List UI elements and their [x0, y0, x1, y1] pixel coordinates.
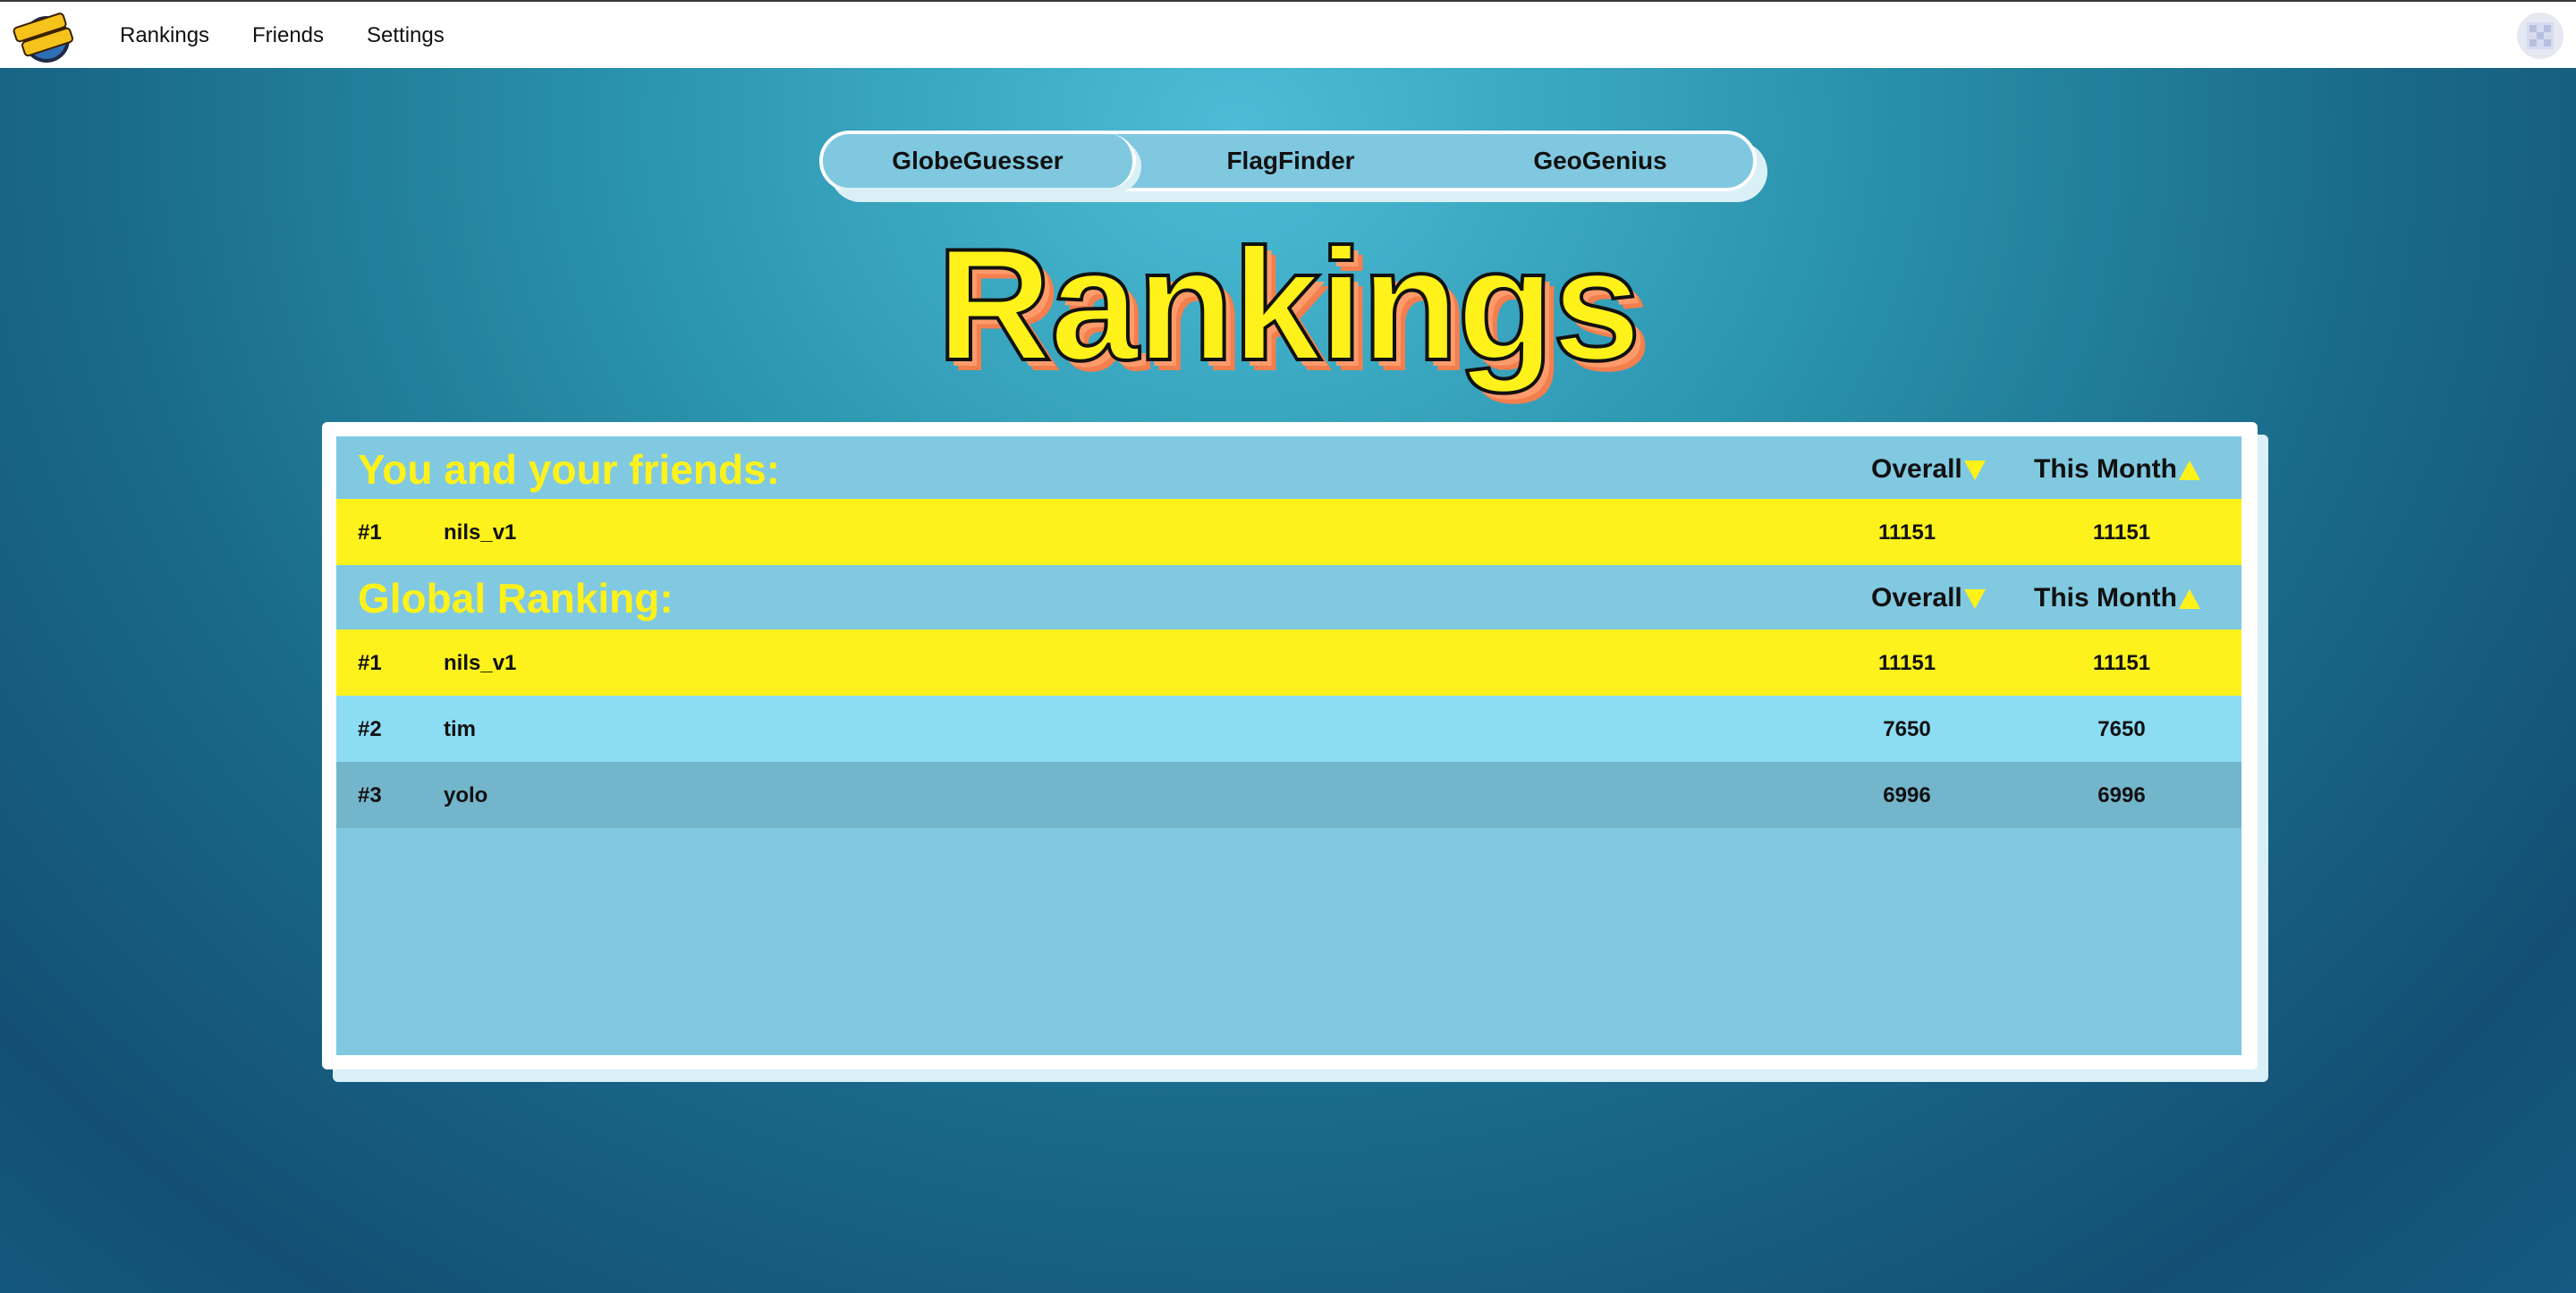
row-month: 11151 [2092, 520, 2151, 545]
tab-flagfinder[interactable]: FlagFinder [1136, 134, 1445, 188]
row-rank: #1 [358, 651, 382, 675]
nav-link-rankings[interactable]: Rankings [120, 23, 209, 48]
sort-desc-icon [1963, 461, 1986, 481]
rankings-panel: You and your friends: Overall This Month… [322, 422, 2258, 1069]
friends-section-title: You and your friends: [358, 446, 780, 493]
global-section-title: Global Ranking: [358, 575, 674, 621]
row-name: yolo [444, 783, 488, 807]
game-tabs: GlobeGuesser FlagFinder GeoGenius [819, 131, 1767, 202]
row-rank: #2 [358, 717, 382, 741]
top-navbar: Rankings Friends Settings [0, 0, 2576, 68]
nav-link-friends[interactable]: Friends [252, 23, 324, 48]
row-overall: 11151 [1877, 520, 1936, 545]
friends-section-header: You and your friends: Overall This Month [336, 436, 2241, 499]
nav-link-settings[interactable]: Settings [367, 23, 445, 48]
table-row[interactable]: #1 nils_v1 11151 11151 [336, 630, 2241, 696]
table-row[interactable]: #2 tim 7650 7650 [336, 696, 2241, 762]
row-name: nils_v1 [444, 520, 517, 545]
row-rank: #1 [358, 520, 382, 545]
sort-month-button[interactable]: This Month [2034, 583, 2200, 613]
row-name: nils_v1 [444, 651, 517, 675]
sort-overall-button[interactable]: Overall [1871, 454, 1986, 485]
row-overall: 11151 [1877, 651, 1936, 675]
sort-asc-icon [2178, 589, 2200, 610]
global-section-header: Global Ranking: Overall This Month [336, 565, 2241, 628]
row-month: 11151 [2092, 651, 2151, 675]
sort-desc-icon [1963, 589, 1986, 610]
row-overall: 6996 [1883, 783, 1931, 807]
row-overall: 7650 [1883, 717, 1931, 741]
sort-month-button[interactable]: This Month [2034, 454, 2200, 485]
row-name: tim [444, 717, 476, 741]
sort-asc-icon [2178, 461, 2200, 481]
table-row[interactable]: #3 yolo 6996 6996 [336, 762, 2241, 828]
table-row[interactable]: #1 nils_v1 11151 11151 [336, 499, 2241, 565]
sort-overall-button[interactable]: Overall [1871, 583, 1986, 613]
page-title: Rankings [935, 214, 1642, 395]
row-rank: #3 [358, 783, 382, 807]
tab-globeguesser[interactable]: GlobeGuesser [823, 134, 1136, 188]
row-month: 7650 [2097, 717, 2146, 741]
map-mystery-logo[interactable] [13, 7, 75, 64]
user-avatar[interactable] [2517, 13, 2563, 59]
row-month: 6996 [2097, 783, 2146, 807]
tab-geogenius[interactable]: GeoGenius [1445, 134, 1755, 188]
avatar-pattern-icon [2527, 22, 2554, 49]
